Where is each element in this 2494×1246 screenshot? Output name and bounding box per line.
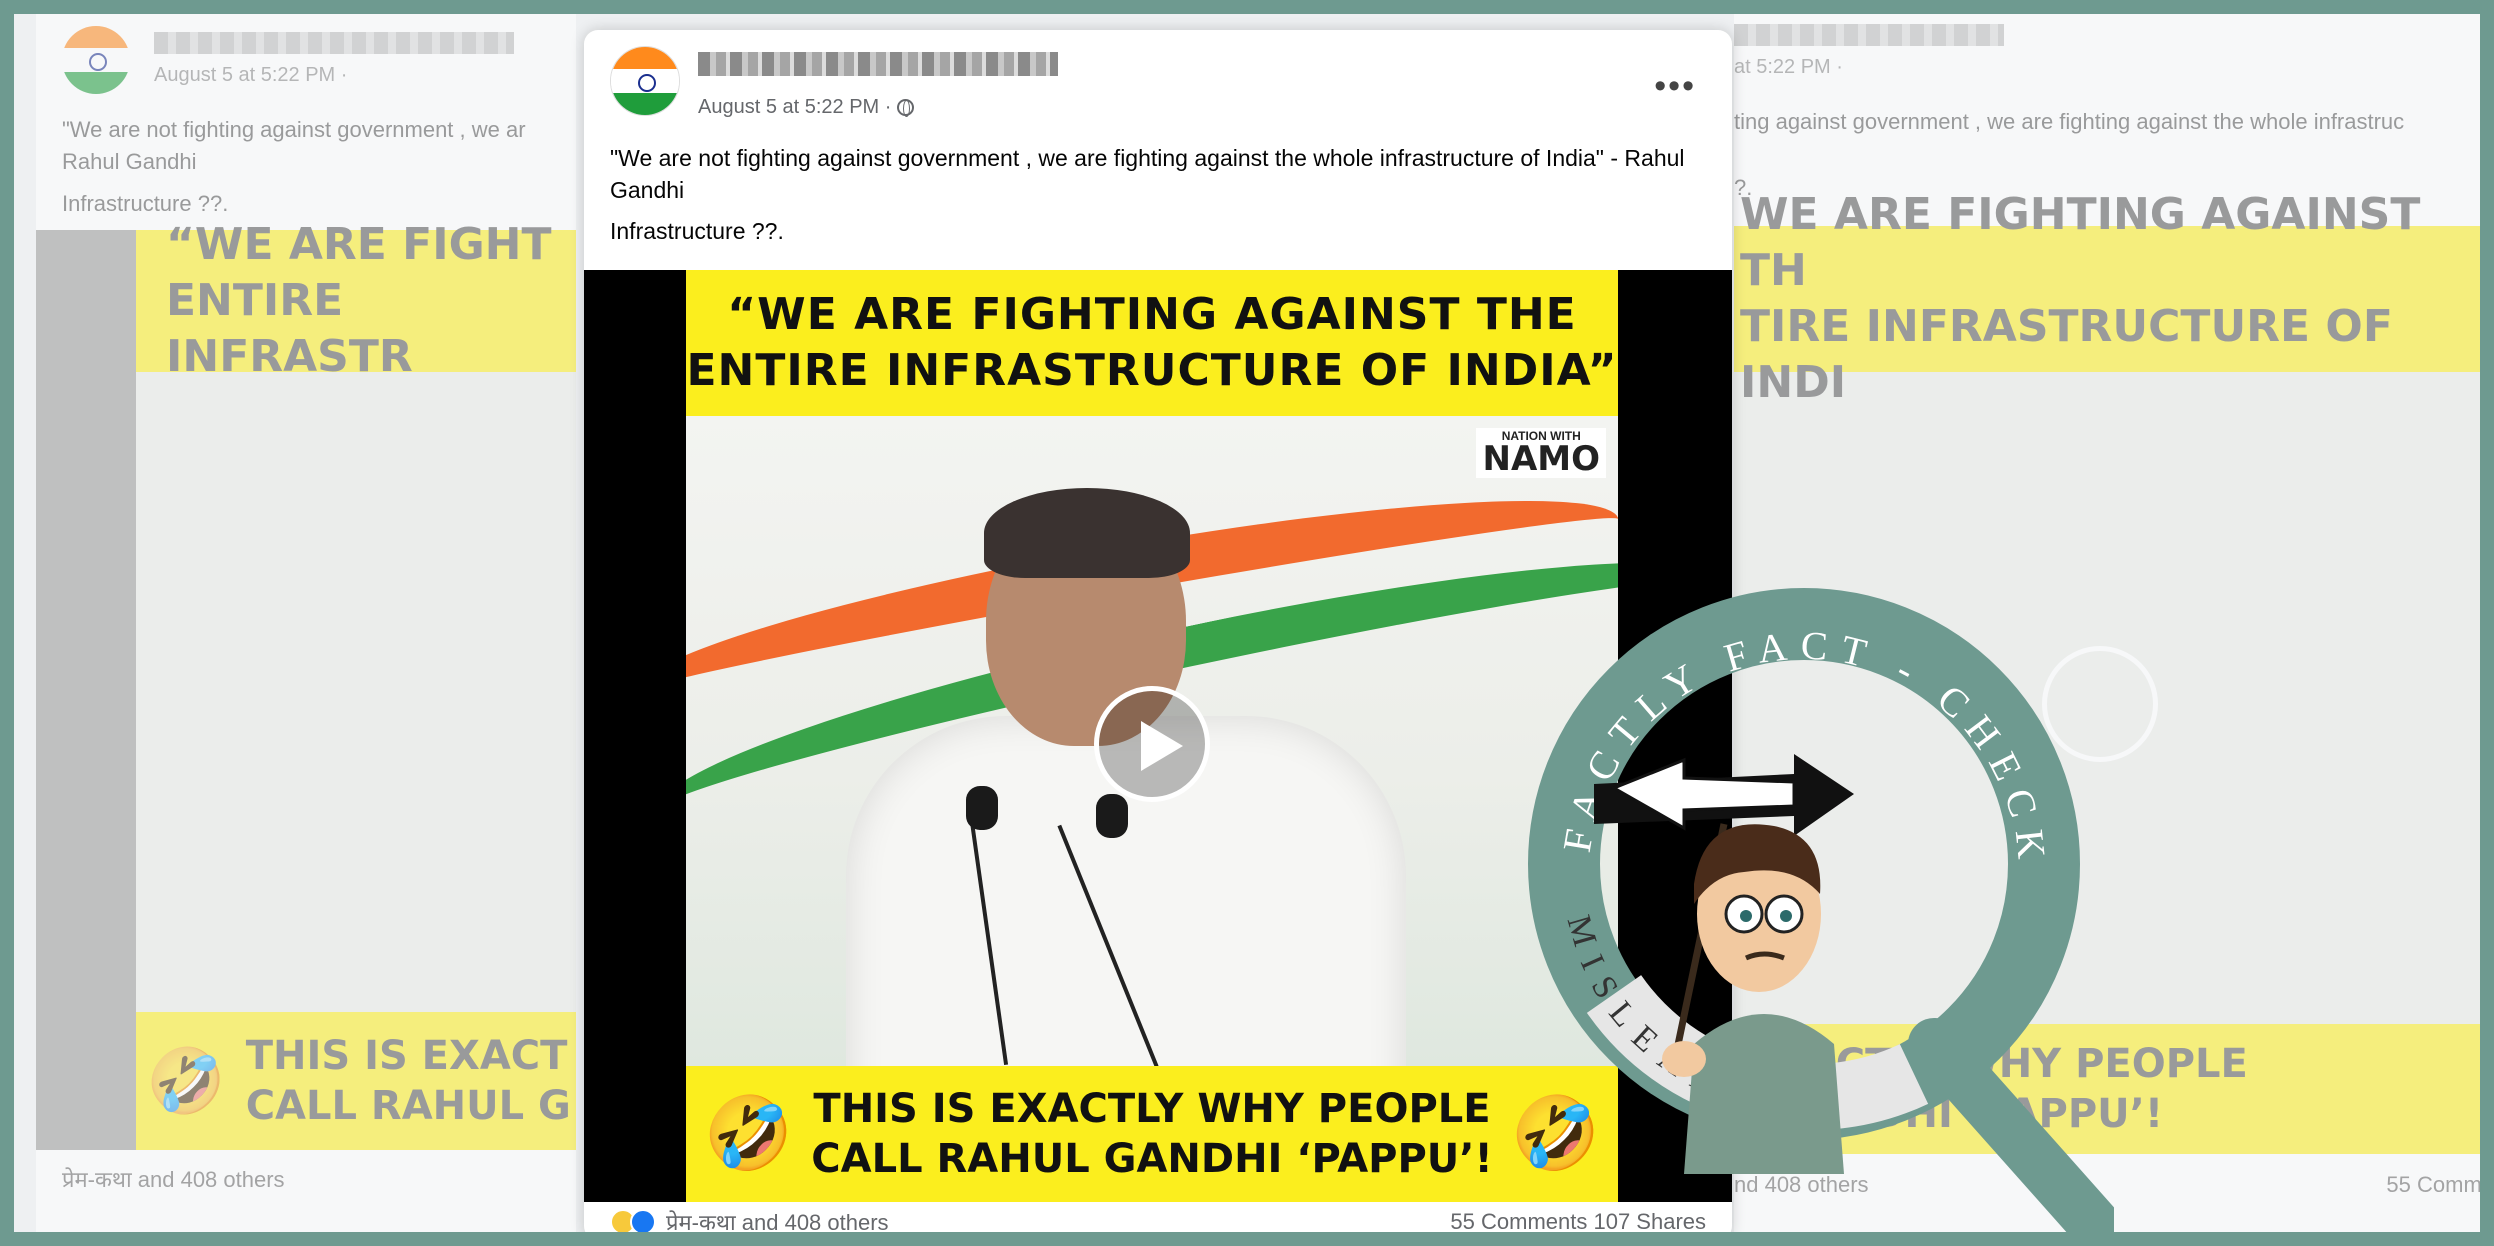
more-options-button[interactable]: ••• xyxy=(1654,69,1696,103)
author-name-blurred xyxy=(1734,24,2004,46)
laughing-emoji-icon: 🤣 xyxy=(703,1094,794,1174)
reaction-icons[interactable] xyxy=(610,1209,656,1232)
microphone-icon xyxy=(966,786,998,830)
video-bottom-banner: THIS IS EXACT CALL RAHUL G xyxy=(245,1033,571,1129)
video-thumbnail: “WE ARE FIGHT ENTIRE INFRASTR 🤣 THIS IS … xyxy=(36,219,576,1150)
author-name-blurred[interactable] xyxy=(698,52,1058,76)
video-bottom-banner: XACTLY WHY PEOPLE GANDHI ‘PAPPU’! xyxy=(1774,1041,2248,1137)
video-top-banner: WE ARE FIGHTING AGAINST TH TIRE INFRASTR… xyxy=(1740,189,2421,408)
author-name-blurred xyxy=(154,32,514,54)
comments-shares-count[interactable]: 55 Comments 107 Shares xyxy=(1450,1209,1706,1232)
post-footer: प्रेम-कथा and 408 others 55 Comments 107… xyxy=(584,1202,1732,1232)
video-top-banner-text: “WE ARE FIGHTING AGAINST THE ENTIRE INFR… xyxy=(686,289,1618,396)
video-top-banner: “WE ARE FIGHTING AGAINST THE ENTIRE INFR… xyxy=(686,270,1618,416)
play-button[interactable] xyxy=(1094,686,1210,802)
video-frame: “WE ARE FIGHTING AGAINST THE ENTIRE INFR… xyxy=(686,270,1618,1202)
facebook-post: August 5 at 5:22 PM · ••• "We are not fi… xyxy=(584,30,1732,1232)
reactions-summary[interactable]: प्रेम-कथा and 408 others xyxy=(666,1207,889,1232)
post-caption: "We are not fighting against government … xyxy=(610,145,1685,203)
video-bottom-banner: 🤣 THIS IS EXACTLY WHY PEOPLE CALL RAHUL … xyxy=(686,1066,1618,1202)
post-caption-2: Infrastructure ??. xyxy=(62,191,229,216)
video-thumbnail: WE ARE FIGHTING AGAINST TH TIRE INFRASTR… xyxy=(1734,189,2480,1154)
channel-watermark: NATION WITH NAMO xyxy=(1476,428,1606,478)
post-caption: ting against government , we are fightin… xyxy=(1734,109,2405,134)
post-date: August 5 at 5:22 PM · xyxy=(154,64,348,86)
screenshot-frame: August 5 at 5:22 PM · "We are not fighti… xyxy=(14,14,2480,1232)
reactions-summary: प्रेम-कथा and 408 others xyxy=(62,1167,285,1192)
video-top-banner: “WE ARE FIGHT ENTIRE INFRASTR xyxy=(166,219,552,382)
video-bottom-banner-text: THIS IS EXACTLY WHY PEOPLE CALL RAHUL GA… xyxy=(811,1086,1493,1182)
post-caption-line2: Rahul Gandhi xyxy=(62,149,197,174)
avatar xyxy=(62,26,130,94)
globe-icon xyxy=(897,99,915,117)
video-player[interactable]: “WE ARE FIGHTING AGAINST THE ENTIRE INFR… xyxy=(584,270,1732,1202)
post-date[interactable]: August 5 at 5:22 PM · xyxy=(698,96,891,119)
like-reaction-icon xyxy=(630,1209,656,1232)
background-post-right: at 5:22 PM · ting against government , w… xyxy=(1734,14,2480,1232)
reactions-summary: nd 408 others xyxy=(1734,1172,1869,1197)
post-meta: August 5 at 5:22 PM · xyxy=(698,96,915,119)
watermark-line2: NAMO xyxy=(1482,439,1600,479)
post-date: at 5:22 PM · xyxy=(1734,56,1843,78)
microphone-icon xyxy=(1096,794,1128,838)
post-caption-2: Infrastructure ??. xyxy=(610,218,784,244)
avatar[interactable] xyxy=(610,46,680,116)
laughing-emoji-icon: 🤣 xyxy=(1510,1094,1601,1174)
comments-count: 55 Comme xyxy=(2386,1172,2480,1197)
laughing-emoji-icon: 🤣 xyxy=(146,1045,226,1117)
post-caption: "We are not fighting against government … xyxy=(62,117,526,142)
background-post-left: August 5 at 5:22 PM · "We are not fighti… xyxy=(36,14,576,1232)
play-button[interactable] xyxy=(2042,646,2158,762)
